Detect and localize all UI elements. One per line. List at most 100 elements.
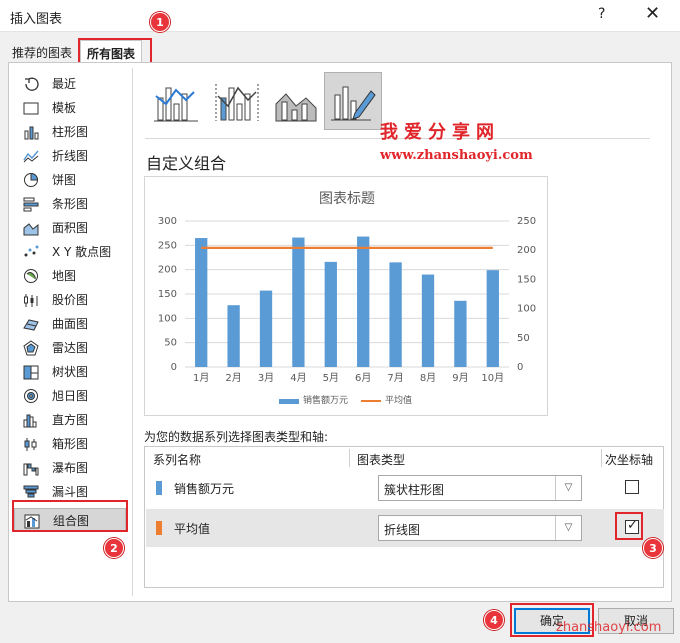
- recent-icon: [22, 76, 40, 92]
- bar: [421, 274, 435, 367]
- badge-4: 4: [484, 610, 504, 630]
- sidebar-item-label: 股价图: [52, 293, 89, 307]
- sidebar-item[interactable]: 饼图: [14, 168, 126, 192]
- scatter-chart-icon: [22, 244, 40, 260]
- secondary-axis-checkbox[interactable]: [625, 480, 639, 494]
- sidebar-item[interactable]: 雷达图: [14, 336, 126, 360]
- sidebar-item-label: 箱形图: [52, 437, 89, 451]
- y2-tick-label: 0: [517, 362, 523, 373]
- combo-column-line-secondary-icon[interactable]: [208, 74, 266, 132]
- close-button[interactable]: ✕: [645, 3, 660, 24]
- badge-3: 3: [643, 538, 663, 558]
- x-tick-label: 1月: [193, 372, 209, 384]
- sidebar-item[interactable]: 直方图: [14, 408, 126, 432]
- histogram-chart-icon: [22, 412, 40, 428]
- sidebar-item[interactable]: 最近: [14, 72, 126, 96]
- area-chart-icon: [22, 220, 40, 236]
- series-name: 平均值: [174, 522, 211, 536]
- chevron-down-icon[interactable]: ▽: [555, 476, 581, 500]
- map-chart-icon: [22, 268, 40, 284]
- header-chart-type: 图表类型: [357, 453, 406, 467]
- sidebar-item[interactable]: 条形图: [14, 192, 126, 216]
- y-tick-label: 200: [158, 265, 177, 276]
- header-secondary-axis: 次坐标轴: [605, 453, 654, 467]
- x-tick-label: 8月: [420, 372, 436, 384]
- column-chart-icon: [22, 124, 40, 140]
- x-tick-label: 9月: [452, 372, 468, 384]
- legend-label: 销售额万元: [303, 394, 348, 406]
- legend-label: 平均值: [385, 394, 412, 406]
- sidebar-item[interactable]: 模板: [14, 96, 126, 120]
- pie-chart-icon: [22, 172, 40, 188]
- watermark-bottom: zhanshaoyi.com: [556, 620, 662, 635]
- waterfall-chart-icon: [22, 460, 40, 476]
- sidebar-item-label: 条形图: [52, 197, 89, 211]
- x-tick-label: 10月: [481, 372, 504, 384]
- sidebar-item-label: 漏斗图: [52, 485, 89, 499]
- bar: [227, 305, 240, 367]
- x-tick-label: 4月: [290, 372, 306, 384]
- y-tick-label: 50: [164, 338, 177, 349]
- highlight-combo: [12, 500, 128, 532]
- sidebar-item[interactable]: 旭日图: [14, 384, 126, 408]
- sidebar-item-label: 雷达图: [52, 341, 89, 355]
- chart-preview: 图表标题 0 50 100 150 200 250 300 0 50 100 150 200 250 1月 2…: [144, 176, 548, 416]
- sunburst-chart-icon: [22, 388, 40, 404]
- chevron-down-icon[interactable]: ▽: [555, 516, 581, 540]
- bar: [389, 262, 402, 367]
- header-separator: [349, 449, 350, 467]
- series-name: 销售额万元: [174, 482, 235, 496]
- y-tick-label: 300: [158, 216, 177, 227]
- custom-combo-icon[interactable]: [324, 72, 382, 130]
- surface-chart-icon: [22, 316, 40, 332]
- x-tick-label: 2月: [225, 372, 241, 384]
- legend-swatch: [279, 399, 299, 404]
- sidebar-item[interactable]: 折线图: [14, 144, 126, 168]
- radar-chart-icon: [22, 340, 40, 356]
- chart-type-select[interactable]: 折线图 ▽: [378, 515, 582, 541]
- x-tick-label: 7月: [387, 372, 403, 384]
- funnel-chart-icon: [22, 484, 40, 500]
- sidebar-item[interactable]: 曲面图: [14, 312, 126, 336]
- watermark-url: www.zhanshaoyi.com: [380, 148, 533, 163]
- sidebar-item-label: 柱形图: [52, 125, 89, 139]
- bar: [486, 270, 499, 367]
- sidebar-item[interactable]: 面积图: [14, 216, 126, 240]
- header-separator: [601, 449, 602, 467]
- chart-svg: 图表标题 0 50 100 150 200 250 300 0 50 100 150 200 250 1月 2…: [158, 191, 536, 406]
- section-title: 自定义组合: [146, 154, 227, 173]
- sidebar-item[interactable]: X Y 散点图: [14, 240, 126, 264]
- x-tick-label: 3月: [258, 372, 274, 384]
- sidebar-item[interactable]: 柱形图: [14, 120, 126, 144]
- sidebar-item-label: 旭日图: [52, 389, 89, 403]
- chart-type-select[interactable]: 簇状柱形图 ▽: [378, 475, 582, 501]
- bar-chart-icon: [22, 196, 40, 212]
- stock-chart-icon: [22, 292, 40, 308]
- combo-column-line-icon[interactable]: [148, 74, 206, 132]
- bar: [292, 237, 305, 367]
- y2-tick-label: 250: [517, 216, 536, 227]
- badge-2: 2: [104, 538, 124, 558]
- sidebar-item[interactable]: 瀑布图: [14, 456, 126, 480]
- bar: [259, 290, 273, 367]
- sidebar-item[interactable]: 树状图: [14, 360, 126, 384]
- help-button[interactable]: ?: [598, 6, 605, 22]
- x-tick-label: 5月: [323, 372, 339, 384]
- x-tick-label: 6月: [355, 372, 371, 384]
- sidebar-item[interactable]: 股价图: [14, 288, 126, 312]
- series-row: 平均值 折线图 ▽: [146, 509, 664, 547]
- combo-area-column-icon[interactable]: [268, 74, 326, 132]
- series-color-swatch: [156, 481, 162, 495]
- sidebar-item-label: 直方图: [52, 413, 89, 427]
- sidebar-item-label: 最近: [52, 77, 77, 91]
- y2-tick-label: 150: [517, 274, 536, 285]
- sidebar-item-label: 面积图: [52, 221, 89, 235]
- y2-tick-label: 50: [517, 333, 530, 344]
- bar: [324, 261, 337, 367]
- dialog-title: 插入图表: [10, 12, 63, 27]
- tab-recommended[interactable]: 推荐的图表: [6, 42, 78, 62]
- sidebar-item[interactable]: 箱形图: [14, 432, 126, 456]
- y-tick-label: 100: [158, 313, 177, 324]
- title-bar: 插入图表 ? ✕: [0, 0, 680, 32]
- sidebar-item[interactable]: 地图: [14, 264, 126, 288]
